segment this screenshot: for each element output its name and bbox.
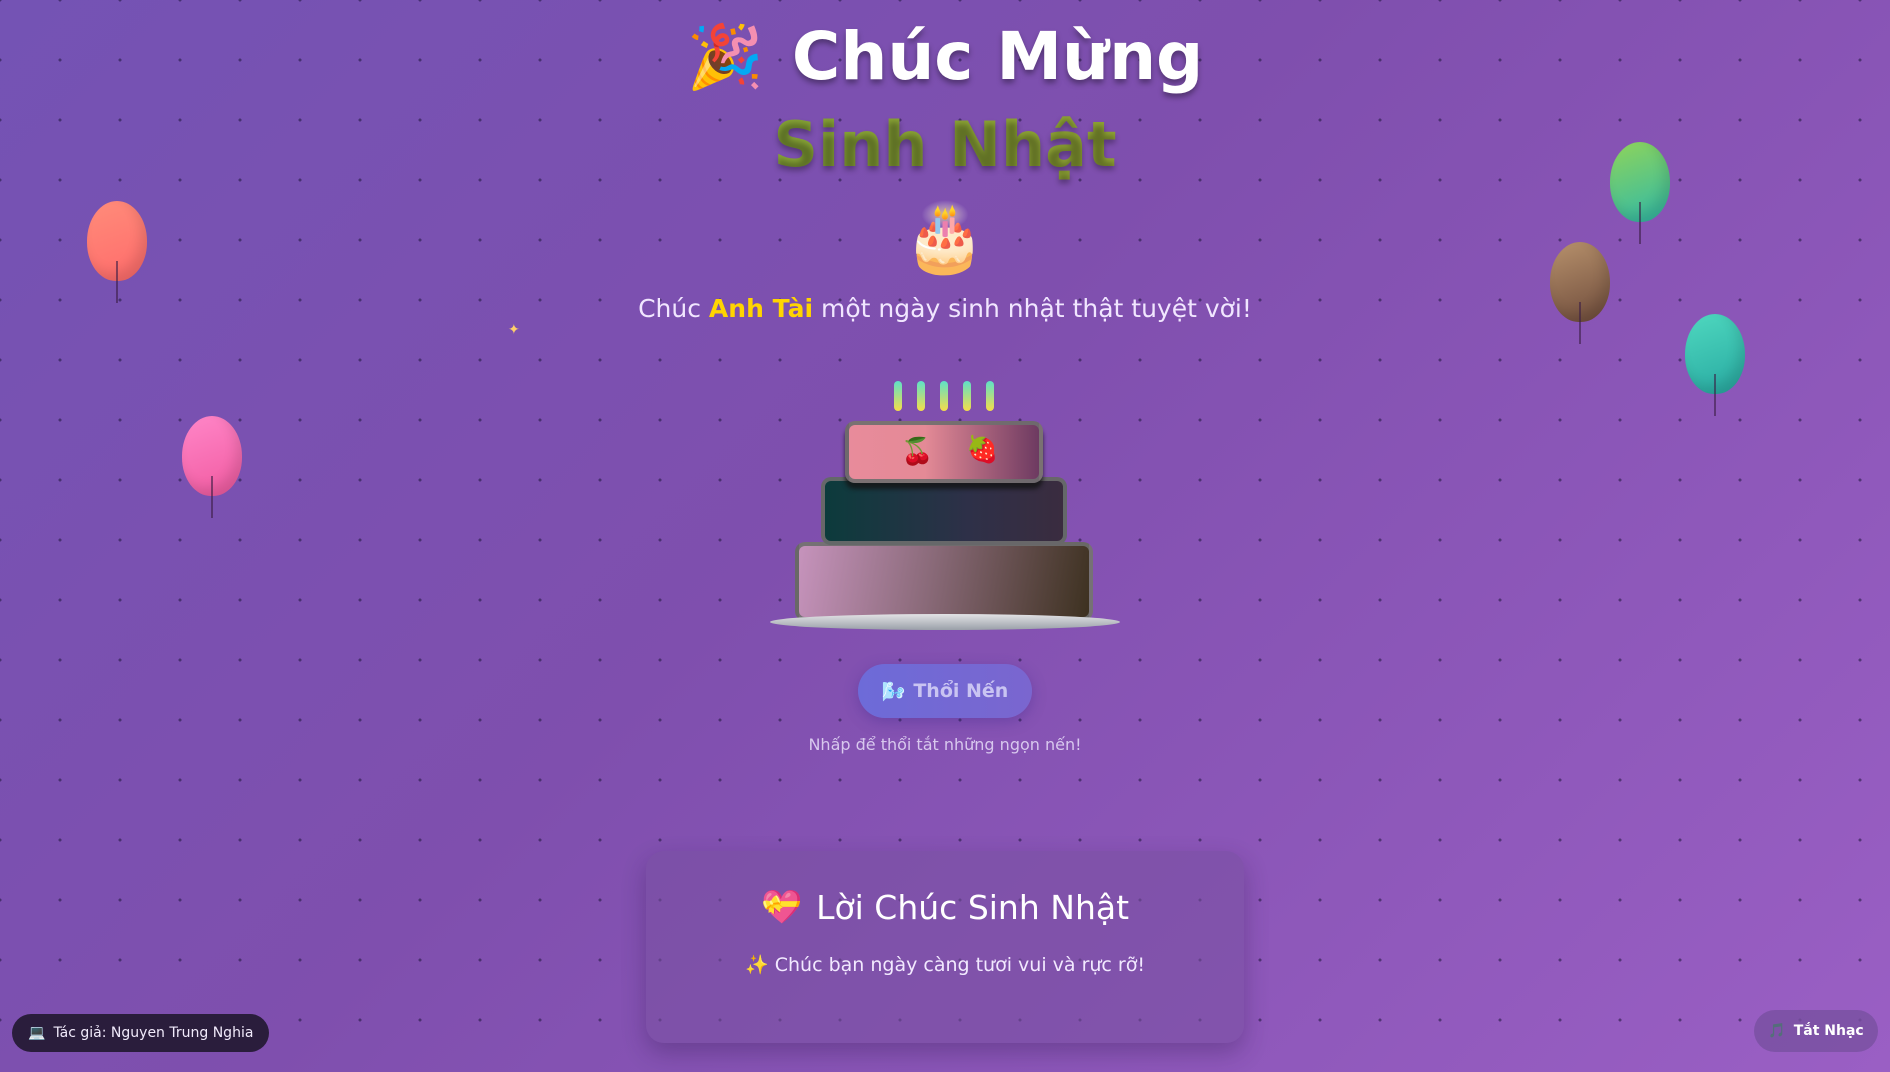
candle[interactable] xyxy=(986,381,994,411)
candles[interactable] xyxy=(894,381,994,411)
party-popper-icon: 🎉 xyxy=(686,19,764,93)
birthday-cake-icon: 🎂 xyxy=(903,199,987,276)
greeting-suffix: một ngày sinh nhật thật tuyệt vời! xyxy=(813,294,1252,323)
cake-plate xyxy=(770,614,1120,630)
strawberry-icon: 🍓 xyxy=(966,435,999,465)
greeting-text: Chúc Anh Tài một ngày sinh nhật thật tuy… xyxy=(0,294,1890,323)
laptop-icon: 💻 xyxy=(28,1025,46,1041)
wishes-title: Lời Chúc Sinh Nhật xyxy=(816,887,1130,927)
greeting-prefix: Chúc xyxy=(638,294,709,323)
wishes-card: 💝 Lời Chúc Sinh Nhật ✨ Chúc bạn ngày càn… xyxy=(646,851,1244,1043)
wish-message: ✨ Chúc bạn ngày càng tươi vui và rực rỡ! xyxy=(745,954,1145,976)
cake-tier-bottom xyxy=(795,542,1093,621)
hint-text: Nhấp để thổi tắt những ngọn nến! xyxy=(808,735,1082,754)
balloon xyxy=(1685,314,1745,416)
candle[interactable] xyxy=(940,381,948,411)
music-note-icon: 🎵 xyxy=(1768,1023,1786,1039)
wind-icon: 🌬️ xyxy=(881,680,906,703)
cake-tier-middle xyxy=(821,477,1067,545)
toggle-music-button[interactable]: 🎵 Tắt Nhạc xyxy=(1754,1010,1878,1052)
balloon xyxy=(182,416,242,518)
author-badge: 💻 Tác giả: Nguyen Trung Nghia xyxy=(12,1014,270,1052)
wishes-heading: 💝 Lời Chúc Sinh Nhật xyxy=(646,887,1244,927)
sparkle-icon: ✦ xyxy=(508,322,520,338)
recipient-name: Anh Tài xyxy=(708,294,814,323)
toggle-music-label: Tắt Nhạc xyxy=(1793,1023,1864,1039)
title-row: 🎉 Chúc Mừng xyxy=(0,18,1890,95)
cherry-icon: 🍒 xyxy=(901,437,934,467)
heart-gift-icon: 💝 xyxy=(760,887,803,926)
candle[interactable] xyxy=(917,381,925,411)
blow-candles-label: Thổi Nến xyxy=(913,680,1009,702)
blow-candles-button[interactable]: 🌬️ Thổi Nến xyxy=(858,664,1032,718)
page-title: Chúc Mừng xyxy=(791,18,1204,95)
candle[interactable] xyxy=(963,381,971,411)
candle[interactable] xyxy=(894,381,902,411)
author-label: Tác giả: Nguyen Trung Nghia xyxy=(53,1025,254,1041)
page-subtitle: Sinh Nhật xyxy=(0,108,1890,181)
cake-tier-top: 🍒 🍓 xyxy=(845,421,1043,483)
